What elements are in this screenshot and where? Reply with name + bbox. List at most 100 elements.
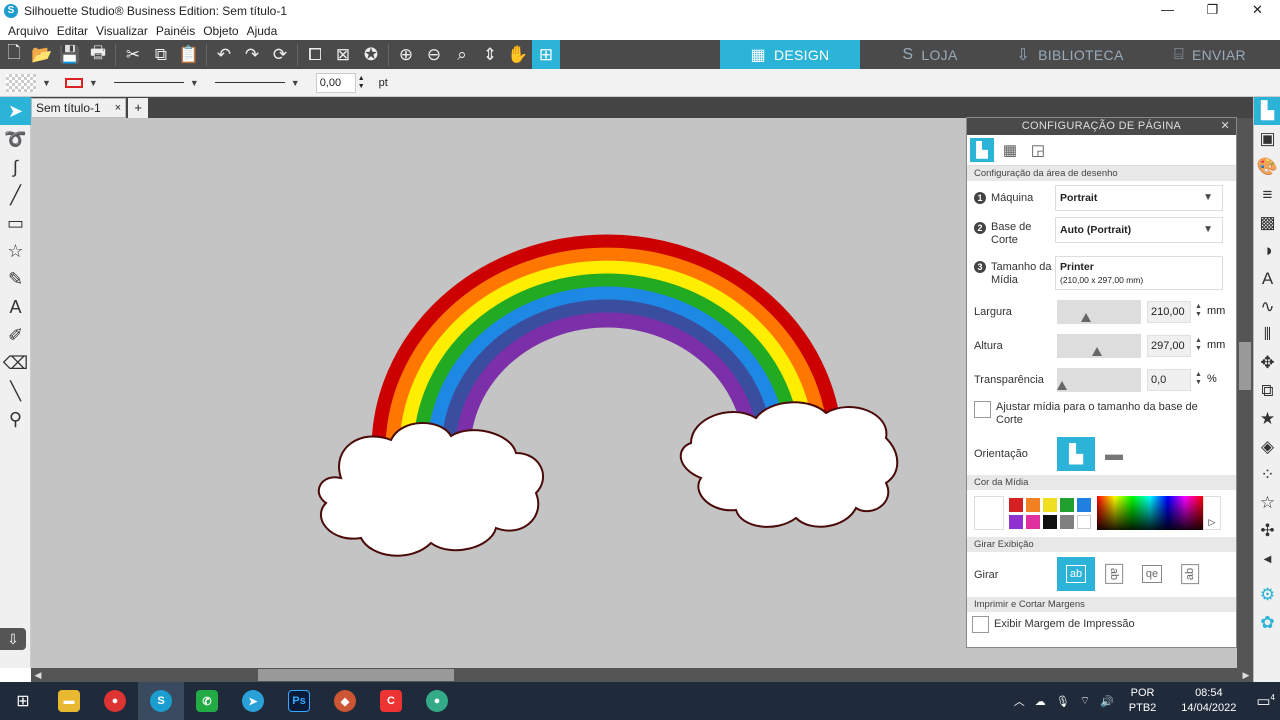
volume-icon[interactable]: 🔊 [1100,695,1114,708]
network-icon[interactable]: ⌔ [1080,694,1090,708]
fill-swatch[interactable] [6,73,36,92]
cutting-mat-dropdown[interactable]: Auto (Portrait) ▼ [1055,217,1223,243]
eyedropper-icon[interactable]: ⚲ [0,405,31,433]
transparency-input[interactable]: 0,0 [1147,369,1191,391]
spinner-icon[interactable]: ▲ ▼ [358,75,365,91]
tab-biblioteca[interactable]: ⇩ BIBLIOTECA [1000,40,1140,69]
library-download-icon[interactable]: ⇩ [0,628,26,650]
height-input[interactable]: 297,00 [1147,335,1191,357]
text-style-icon[interactable]: A [1254,265,1280,293]
fit-media-checkbox[interactable] [974,401,991,418]
line-style-selector[interactable] [113,82,184,83]
print-margin-checkbox[interactable] [972,615,989,633]
chevron-down-icon[interactable]: ▼ [190,78,199,88]
rectangle-tool-icon[interactable]: ▭ [0,209,31,237]
rotate-270-button[interactable]: ab [1171,557,1209,591]
menu-editar[interactable]: Editar [57,24,88,38]
tab-design[interactable]: ▦ DESIGN [720,40,860,69]
media-size-dropdown[interactable]: Printer (210,00 x 297,00 mm) [1055,256,1223,290]
text-tool-icon[interactable]: A [0,293,31,321]
fit-to-page-icon[interactable]: ⊞ [532,40,560,69]
slider-knob[interactable] [1057,381,1067,390]
replicate-icon[interactable]: ⧉ [1254,377,1280,405]
silhouette-taskbar-icon[interactable]: S [138,682,184,720]
star-tool-icon[interactable]: ☆ [0,237,31,265]
width-input[interactable]: 210,00 [1147,301,1191,323]
zoom-in-icon[interactable]: ⊕ [392,40,420,69]
chevron-down-icon[interactable]: ▼ [89,78,98,88]
hand-icon[interactable]: ✋ [504,40,532,69]
scroll-right-icon[interactable]: ▶ [1239,668,1253,682]
pan-arrows-icon[interactable]: ⇕ [476,40,504,69]
menu-objeto[interactable]: Objeto [203,24,238,38]
camtasia-icon[interactable]: C [368,682,414,720]
gear-icon[interactable]: ⚙ [1254,581,1280,609]
paste-icon[interactable]: 📋 [175,40,203,69]
horizontal-scrollbar[interactable]: ◀ ▶ [31,668,1253,682]
media-color-swatch[interactable] [1077,515,1091,529]
open-folder-icon[interactable]: 📂 [28,40,56,69]
rotate-90-button[interactable]: ab [1095,557,1133,591]
media-color-swatch[interactable] [1077,498,1091,512]
telegram-icon[interactable]: ➤ [230,682,276,720]
current-media-color[interactable] [974,496,1004,530]
print-icon[interactable]: 🖶 [84,40,112,69]
sketch-icon[interactable]: ☆ [1254,489,1280,517]
page-tab-icon[interactable]: ▙ [970,138,994,162]
language-indicator[interactable]: POR PTB2 [1124,686,1162,716]
machine-dropdown[interactable]: Portrait ▼ [1055,185,1223,211]
rotate-0-button[interactable]: ab [1057,557,1095,591]
menu-ajuda[interactable]: Ajuda [247,24,278,38]
tab-enviar[interactable]: ⌸ ENVIAR [1140,40,1280,69]
fill-pattern-icon[interactable]: ▩ [1254,209,1280,237]
select-arrow-icon[interactable]: ➤ [0,97,31,125]
pencil-icon[interactable]: ✎ [0,265,31,293]
media-color-swatch[interactable] [1043,498,1057,512]
maximize-button[interactable]: ❐ [1190,0,1235,21]
media-color-swatch[interactable] [1009,498,1023,512]
spinner-icon[interactable]: ▲ ▼ [1195,371,1202,387]
pixscan-icon[interactable]: ▣ [1254,125,1280,153]
trace-icon[interactable]: ∿ [1254,293,1280,321]
zoom-selection-icon[interactable]: ⌕ [448,40,476,69]
chrome-profile-icon[interactable]: ● [414,682,460,720]
media-color-swatch[interactable] [1060,515,1074,529]
line-color-swatch[interactable] [64,77,83,88]
media-color-swatch[interactable] [1026,515,1040,529]
file-explorer-icon[interactable]: ▬ [46,682,92,720]
scroll-thumb[interactable] [258,669,454,681]
color-slider-arrow-icon[interactable]: ▷ [1203,496,1221,530]
redo-icon[interactable]: ↷ [238,40,266,69]
collapse-arrow-icon[interactable]: ◀ [1254,545,1280,573]
grid-tab-icon[interactable]: ▦ [998,138,1022,162]
zoom-out-icon[interactable]: ⊖ [420,40,448,69]
spinner-icon[interactable]: ▲ ▼ [1195,303,1202,319]
scroll-thumb[interactable] [1239,342,1251,390]
copy-icon[interactable]: ⧉ [147,40,175,69]
landscape-orientation-icon[interactable]: ▬ [1095,437,1133,471]
app-icon[interactable]: ◆ [322,682,368,720]
notifications-icon[interactable]: ▭4 [1256,692,1275,710]
undo-icon[interactable]: ↶ [210,40,238,69]
line-weight-selector[interactable] [214,82,285,83]
portrait-orientation-icon[interactable]: ▙ [1057,437,1095,471]
tab-loja[interactable]: S LOJA [860,40,1000,69]
width-slider[interactable] [1057,300,1141,324]
show-hidden-icon[interactable]: ︿ [1014,693,1025,709]
close-window-button[interactable]: ✕ [1235,0,1280,21]
compound-path-icon[interactable]: ✪ [357,40,385,69]
refresh-icon[interactable]: ⟳ [266,40,294,69]
media-color-swatch[interactable] [1009,515,1023,529]
phone-app-icon[interactable]: ✆ [184,682,230,720]
spinner-icon[interactable]: ▲ ▼ [1195,337,1202,353]
point-edit-icon[interactable]: ➰ [0,125,31,153]
knife-icon[interactable]: ╲ [0,377,31,405]
ungroup-icon[interactable]: ⊠ [329,40,357,69]
media-color-swatch[interactable] [1026,498,1040,512]
chevron-down-icon[interactable]: ▼ [42,78,51,88]
media-color-swatch[interactable] [1060,498,1074,512]
settings-cog-icon[interactable]: ✿ [1254,609,1280,637]
windows-start-icon[interactable]: ⊞ [0,682,46,720]
close-panel-icon[interactable]: ✕ [1220,118,1230,135]
puzzle-icon[interactable]: ✣ [1254,517,1280,545]
